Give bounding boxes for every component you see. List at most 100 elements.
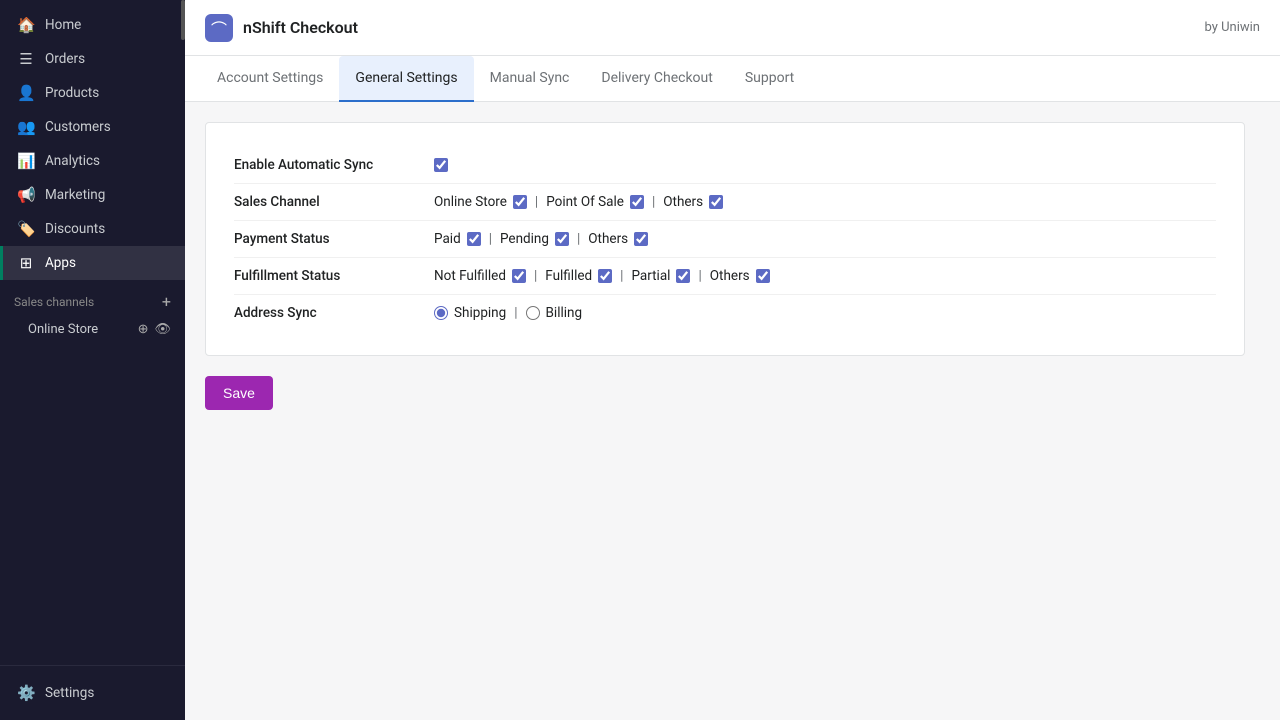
sidebar-item-products[interactable]: 👤 Products: [0, 76, 185, 110]
sales-channels-label: Sales channels: [14, 295, 94, 309]
sales-channel-pos-label: Point Of Sale: [546, 194, 624, 210]
fulfillment-partial-label: Partial: [631, 268, 670, 284]
main-content: ⌒ nShift Checkout by Uniwin Account Sett…: [185, 0, 1280, 720]
app-logo-icon: ⌒: [211, 16, 227, 40]
tab-manual-sync[interactable]: Manual Sync: [474, 56, 586, 102]
payment-status-row: Payment Status Paid | Pending | Others: [234, 221, 1216, 258]
sidebar-item-settings[interactable]: ⚙️ Settings: [0, 676, 185, 710]
apps-icon: ⊞: [17, 254, 35, 272]
enable-automatic-sync-checkbox[interactable]: [434, 158, 448, 172]
marketing-icon: 📢: [17, 186, 35, 204]
fulfillment-others-label: Others: [710, 268, 750, 284]
payment-status-sep1: |: [489, 231, 492, 247]
sales-channel-sep2: |: [652, 194, 655, 210]
app-logo: ⌒: [205, 14, 233, 42]
save-button[interactable]: Save: [205, 376, 273, 410]
address-sync-shipping-label: Shipping: [454, 305, 506, 321]
address-sync-billing-label: Billing: [546, 305, 583, 321]
tab-delivery-checkout[interactable]: Delivery Checkout: [585, 56, 728, 102]
settings-card: Enable Automatic Sync Sales Channel Onli…: [205, 122, 1245, 356]
home-icon: 🏠: [17, 16, 35, 34]
scroll-indicator: [181, 0, 185, 40]
sales-channel-sep1: |: [535, 194, 538, 210]
tab-support[interactable]: Support: [729, 56, 810, 102]
payment-status-label: Payment Status: [234, 231, 434, 247]
fulfillment-status-value: Not Fulfilled | Fulfilled | Partial | Ot…: [434, 268, 770, 284]
topbar-by: by Uniwin: [1205, 20, 1261, 35]
payment-status-paid-label: Paid: [434, 231, 461, 247]
fulfillment-fulfilled-checkbox[interactable]: [598, 269, 612, 283]
orders-icon: ☰: [17, 50, 35, 68]
sales-channel-online-store-label: Online Store: [434, 194, 507, 210]
sidebar-item-apps[interactable]: ⊞ Apps: [0, 246, 185, 280]
sidebar-item-apps-label: Apps: [45, 255, 76, 271]
address-sync-label: Address Sync: [234, 305, 434, 321]
sidebar-item-analytics[interactable]: 📊 Analytics: [0, 144, 185, 178]
payment-status-others-label: Others: [588, 231, 628, 247]
fulfillment-fulfilled-label: Fulfilled: [545, 268, 592, 284]
address-sync-sep: |: [514, 305, 517, 321]
sales-channel-row: Sales Channel Online Store | Point Of Sa…: [234, 184, 1216, 221]
topbar-left: ⌒ nShift Checkout: [205, 14, 358, 42]
sales-channel-others-label: Others: [663, 194, 703, 210]
online-store-settings-icon[interactable]: ⊕: [138, 322, 149, 337]
payment-status-pending-checkbox[interactable]: [555, 232, 569, 246]
sidebar-item-discounts-label: Discounts: [45, 221, 105, 237]
sidebar-item-customers-label: Customers: [45, 119, 111, 135]
payment-status-value: Paid | Pending | Others: [434, 231, 648, 247]
sidebar-item-orders-label: Orders: [45, 51, 85, 67]
topbar: ⌒ nShift Checkout by Uniwin: [185, 0, 1280, 56]
fulfillment-sep3: |: [698, 268, 701, 284]
online-store-icons: ⊕ 👁: [138, 322, 171, 337]
sales-channel-value: Online Store | Point Of Sale | Others: [434, 194, 723, 210]
online-store-eye-icon[interactable]: 👁: [154, 322, 171, 337]
sidebar-item-products-label: Products: [45, 85, 99, 101]
payment-status-others-checkbox[interactable]: [634, 232, 648, 246]
analytics-icon: 📊: [17, 152, 35, 170]
sales-channel-label: Sales Channel: [234, 194, 434, 210]
sidebar-item-analytics-label: Analytics: [45, 153, 100, 169]
payment-status-pending-label: Pending: [500, 231, 549, 247]
sales-channel-online-store-checkbox[interactable]: [513, 195, 527, 209]
products-icon: 👤: [17, 84, 35, 102]
address-sync-row: Address Sync Shipping | Billing: [234, 295, 1216, 331]
fulfillment-not-fulfilled-label: Not Fulfilled: [434, 268, 506, 284]
enable-automatic-sync-row: Enable Automatic Sync: [234, 147, 1216, 184]
sidebar-item-home[interactable]: 🏠 Home: [0, 8, 185, 42]
fulfillment-partial-checkbox[interactable]: [676, 269, 690, 283]
sidebar-item-online-store[interactable]: Online Store ⊕ 👁: [0, 315, 185, 344]
sidebar-bottom: ⚙️ Settings: [0, 665, 185, 720]
enable-automatic-sync-value: [434, 158, 448, 172]
payment-status-sep2: |: [577, 231, 580, 247]
sidebar-item-discounts[interactable]: 🏷️ Discounts: [0, 212, 185, 246]
sales-channel-pos-checkbox[interactable]: [630, 195, 644, 209]
sidebar-item-orders[interactable]: ☰ Orders: [0, 42, 185, 76]
add-sales-channel-button[interactable]: +: [162, 292, 171, 311]
fulfillment-sep1: |: [534, 268, 537, 284]
sidebar-item-marketing-label: Marketing: [45, 187, 105, 203]
tab-account-settings[interactable]: Account Settings: [201, 56, 339, 102]
fulfillment-not-fulfilled-checkbox[interactable]: [512, 269, 526, 283]
settings-icon: ⚙️: [17, 684, 35, 702]
sales-channel-others-checkbox[interactable]: [709, 195, 723, 209]
sidebar-item-settings-label: Settings: [45, 685, 94, 701]
fulfillment-sep2: |: [620, 268, 623, 284]
address-sync-billing-radio[interactable]: [526, 306, 540, 320]
sales-channels-section: Sales channels +: [0, 280, 185, 315]
sidebar: 🏠 Home ☰ Orders 👤 Products 👥 Customers 📊…: [0, 0, 185, 720]
payment-status-paid-checkbox[interactable]: [467, 232, 481, 246]
address-sync-shipping-radio[interactable]: [434, 306, 448, 320]
fulfillment-status-row: Fulfillment Status Not Fulfilled | Fulfi…: [234, 258, 1216, 295]
fulfillment-others-checkbox[interactable]: [756, 269, 770, 283]
online-store-label: Online Store: [28, 322, 98, 337]
tab-general-settings[interactable]: General Settings: [339, 56, 473, 102]
discounts-icon: 🏷️: [17, 220, 35, 238]
app-title: nShift Checkout: [243, 18, 358, 37]
tabs-bar: Account Settings General Settings Manual…: [185, 56, 1280, 102]
fulfillment-status-label: Fulfillment Status: [234, 268, 434, 284]
sidebar-nav: 🏠 Home ☰ Orders 👤 Products 👥 Customers 📊…: [0, 0, 185, 665]
sidebar-item-customers[interactable]: 👥 Customers: [0, 110, 185, 144]
sidebar-item-home-label: Home: [45, 17, 81, 33]
enable-automatic-sync-label: Enable Automatic Sync: [234, 157, 434, 173]
sidebar-item-marketing[interactable]: 📢 Marketing: [0, 178, 185, 212]
